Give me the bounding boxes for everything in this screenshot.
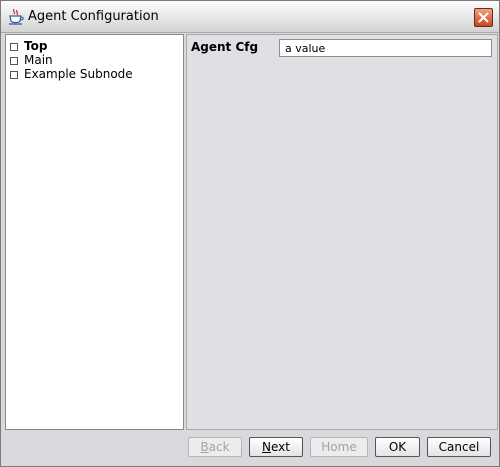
cancel-label: Cancel [438, 440, 480, 454]
agent-cfg-input[interactable] [279, 39, 492, 57]
tree-item-label: Top [24, 39, 48, 53]
back-button[interactable]: Back [188, 437, 242, 457]
java-coffee-cup-icon [7, 8, 25, 26]
next-label-rest: ext [271, 440, 290, 454]
tree-item-main[interactable]: Main [10, 53, 53, 67]
tree-item-top[interactable]: Top [10, 39, 47, 53]
back-label-rest: ack [208, 440, 230, 454]
home-button[interactable]: Home [310, 437, 368, 457]
tree-node-icon [10, 70, 18, 79]
tree-node-icon [10, 42, 18, 51]
config-tree[interactable]: Top Main Example Subnode [5, 34, 184, 430]
home-label: Home [321, 440, 357, 454]
ok-label: OK [388, 440, 407, 454]
back-mnemonic: B [200, 440, 209, 454]
window-title: Agent Configuration [28, 9, 159, 24]
tree-item-label: Main [24, 53, 53, 67]
title-bar[interactable]: Agent Configuration [1, 1, 499, 33]
next-mnemonic: N [262, 440, 271, 454]
cancel-button[interactable]: Cancel [427, 437, 491, 457]
config-content-panel: Agent Cfg [186, 34, 498, 430]
agent-configuration-dialog: Agent Configuration Top Main Example Sub… [0, 0, 500, 467]
next-button[interactable]: Next [249, 437, 303, 457]
tree-item-example-subnode[interactable]: Example Subnode [10, 67, 133, 81]
close-icon [478, 12, 489, 23]
tree-item-label: Example Subnode [24, 67, 133, 81]
ok-button[interactable]: OK [375, 437, 420, 457]
tree-node-icon [10, 56, 18, 65]
agent-cfg-label: Agent Cfg [191, 40, 259, 54]
close-button[interactable] [474, 8, 493, 27]
